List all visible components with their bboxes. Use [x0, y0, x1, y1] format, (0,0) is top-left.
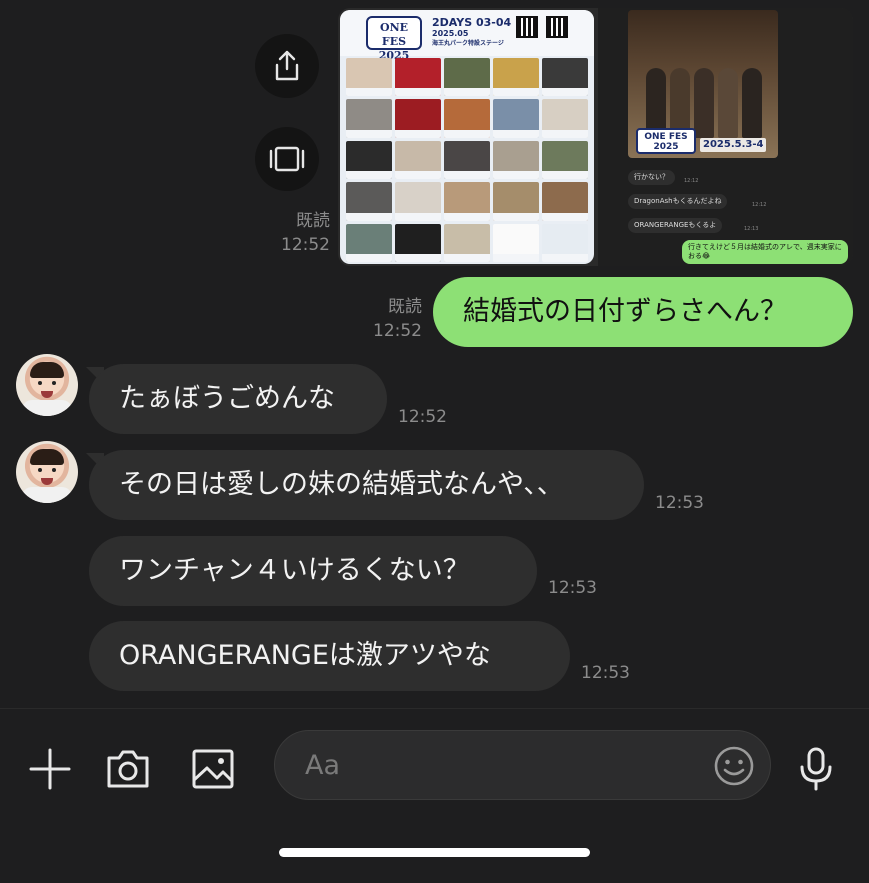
plus-icon [29, 748, 71, 790]
artist-photo [346, 58, 392, 97]
chat-screenshot-image: ONE FES 2025 2025.5.3-4 行かない？ 12:12 Drag… [598, 8, 853, 266]
message-time: 12:52 [398, 407, 447, 427]
artist-photo [493, 58, 539, 97]
slideshow-icon [269, 146, 305, 172]
band-photo: ONE FES 2025 2025.5.3-4 [628, 10, 778, 158]
artist-photo [395, 223, 441, 262]
add-button[interactable] [20, 739, 80, 799]
artist-photo [444, 99, 490, 138]
artist-photo [395, 99, 441, 138]
sent-message-bubble[interactable]: 結婚式の日付ずらさへん？ [433, 277, 853, 347]
camera-button[interactable] [98, 739, 158, 799]
artist-photo [444, 182, 490, 221]
received-message-bubble[interactable]: ワンチャン４いけるくない？ [89, 536, 537, 606]
poster-logo: ONE FES 2025 [366, 16, 422, 62]
artist-photo [493, 223, 539, 262]
artist-grid [346, 58, 588, 262]
read-label: 既読 [388, 297, 422, 317]
mini-message: ORANGERANGEもくるよ [628, 218, 723, 233]
artist-photo [493, 99, 539, 138]
message-time: 12:53 [655, 493, 704, 513]
share-icon [275, 50, 299, 81]
received-message-bubble[interactable]: たぁぼうごめんな [89, 364, 387, 434]
artist-photo [542, 58, 588, 97]
friend-avatar[interactable] [16, 441, 78, 503]
mini-message: DragonAshもくるんだよね [628, 194, 728, 209]
share-button[interactable] [255, 34, 319, 98]
poster-venue: 海王丸パーク特設ステージ [432, 40, 504, 47]
home-indicator[interactable] [279, 848, 590, 857]
artist-photo [542, 182, 588, 221]
message-meta: 既読 12:52 [354, 295, 422, 343]
artist-photo [542, 140, 588, 180]
slideshow-button[interactable] [255, 127, 319, 191]
artist-photo [444, 140, 490, 180]
mini-message: 行きてえけど５月は結婚式のアレで、週末実家におる😂 [682, 240, 848, 264]
artist-photo [493, 140, 539, 180]
image-message-meta: 既読 12:52 [262, 209, 330, 257]
mini-time: 12:12 [752, 202, 767, 208]
artist-photo [346, 182, 392, 221]
artist-photo [346, 223, 392, 262]
image-button[interactable] [183, 739, 243, 799]
artist-photo [542, 99, 588, 138]
band-date: 2025.5.3-4 [700, 138, 767, 152]
mini-time: 12:12 [684, 178, 699, 184]
read-label: 既読 [296, 211, 330, 231]
image-icon [192, 749, 234, 789]
poster-date: 2025.05 [432, 29, 469, 38]
chat-area[interactable]: 既読 12:52 ONE FES 2025 2DAYS 03-04 2025.0… [0, 0, 869, 708]
artist-photo [346, 99, 392, 138]
voice-button[interactable] [786, 739, 846, 799]
poster-title: 2DAYS 03-04 [432, 16, 512, 29]
artist-photo [444, 58, 490, 97]
artist-photo [542, 223, 588, 262]
message-input-placeholder: Aa [305, 750, 341, 781]
emoji-button[interactable] [712, 744, 756, 788]
mini-message: 行かない？ [628, 170, 675, 185]
artist-photo [395, 58, 441, 97]
artist-photo [395, 140, 441, 180]
message-time: 12:52 [281, 235, 330, 255]
artist-photo [395, 182, 441, 221]
qr-code [546, 16, 568, 38]
qr-code [516, 16, 538, 38]
festival-poster-image: ONE FES 2025 2DAYS 03-04 2025.05 海王丸パーク特… [340, 10, 594, 264]
microphone-icon [800, 747, 832, 791]
band-logo: ONE FES 2025 [636, 128, 696, 154]
shared-image[interactable]: ONE FES 2025 2DAYS 03-04 2025.05 海王丸パーク特… [338, 8, 853, 266]
friend-avatar[interactable] [16, 354, 78, 416]
message-time: 12:52 [373, 321, 422, 341]
mini-time: 12:13 [744, 226, 759, 232]
artist-photo [346, 140, 392, 180]
received-message-bubble[interactable]: ORANGERANGEは激アツやな [89, 621, 570, 691]
artist-photo [493, 182, 539, 221]
message-time: 12:53 [548, 578, 597, 598]
message-time: 12:53 [581, 663, 630, 683]
message-input[interactable]: Aa [274, 730, 771, 800]
artist-photo [444, 223, 490, 262]
camera-icon [107, 750, 149, 788]
emoji-icon [714, 746, 754, 786]
received-message-bubble[interactable]: その日は愛しの妹の結婚式なんや、、 [89, 450, 644, 520]
